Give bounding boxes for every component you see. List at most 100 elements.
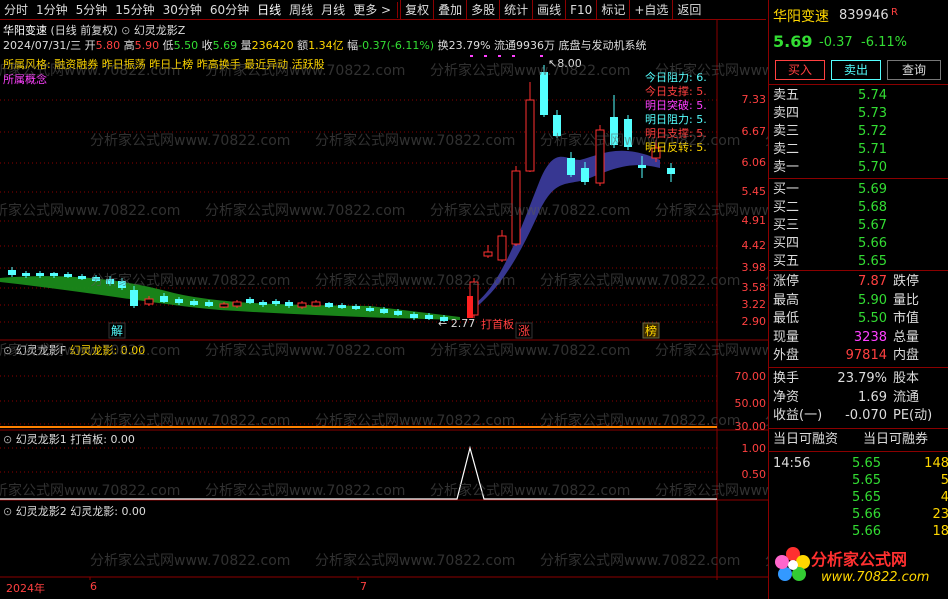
toolbar-item-6[interactable]: 日线 [253,0,285,20]
candle-body [581,168,589,182]
candle-body [394,311,402,315]
price-tick: 4.91 [741,214,767,227]
price-tick: 2.90 [741,315,767,328]
tick-volume: 23 [932,507,948,522]
row-value: 3238 [853,329,887,345]
sell-level[interactable]: 卖三 5.72 [769,123,948,141]
toolbar-separator [397,1,399,18]
row-value: 5.66 [858,236,887,251]
divider [769,178,948,179]
toolbar-item-12[interactable]: 多股 [466,0,499,20]
marker-zhang: 涨 [518,323,530,338]
sub3-name[interactable]: 幻灵龙影2 [16,505,67,518]
candle-body [118,281,126,288]
toolbar-item-15[interactable]: F10 [565,0,596,20]
toolbar-item-1[interactable]: 1分钟 [32,0,72,20]
buy-level[interactable]: 买四 5.66 [769,235,948,253]
tick-time: 14:56 [773,456,811,471]
marker-bang: 榜 [645,323,657,338]
toolbar-item-18[interactable]: 返回 [672,0,705,20]
toolbar-item-9[interactable]: 更多 > [349,0,395,20]
toolbar-item-0[interactable]: 分时 [0,0,32,20]
gear-icon[interactable]: ⊙ [3,433,12,446]
toolbar-item-3[interactable]: 15分钟 [111,0,158,20]
gear-icon[interactable]: ⊙ [3,344,12,357]
sub3-label: 幻灵龙影: [70,505,118,518]
toolbar-item-16[interactable]: 标记 [596,0,629,20]
row-label: 净资 [773,389,800,405]
tick-row: 5.65 5 [769,472,948,490]
candle-body [325,303,333,307]
stat-row[interactable]: 外盘 97814 内盘 [769,347,948,365]
sub2-header: ⊙ 幻灵龙影1 打首板: 0.00 [3,431,135,447]
sub3-value: 0.00 [121,505,146,518]
row-label: 卖三 [773,124,800,139]
sub2-value: 0.00 [110,433,135,446]
row-label: 买五 [773,254,800,269]
price-tick: 7.33 [741,93,767,106]
legend-item-0: 今日阻力: 6. [645,71,707,84]
stat-row[interactable]: 最低 5.50 市值 [769,310,948,328]
row-label-2: 市值 [893,311,920,326]
row-label: 买一 [773,182,800,197]
buy-level[interactable]: 买一 5.69 [769,181,948,199]
candle-body [272,301,280,304]
sub1-name[interactable]: 幻灵龙影F [16,344,66,357]
candle-body [22,273,30,276]
toolbar-item-8[interactable]: 月线 [317,0,349,20]
toolbar-item-4[interactable]: 30分钟 [159,0,206,20]
candle-body [338,305,346,308]
toolbar-item-14[interactable]: 画线 [532,0,565,20]
price-tick: 4.42 [741,239,767,252]
buy-level[interactable]: 买二 5.68 [769,199,948,217]
row-label: 买四 [773,236,800,251]
candle-body [380,309,388,313]
stat-row[interactable]: 最高 5.90 量比 [769,292,948,310]
stat-row[interactable]: 涨停 7.87 跌停 [769,273,948,291]
sell-button[interactable]: 卖出 [831,60,881,80]
signal-dot [470,55,473,57]
tick-row: 5.66 23 [769,506,948,524]
toolbar-item-17[interactable]: +自选 [629,0,672,20]
sell-level[interactable]: 卖五 5.74 [769,87,948,105]
toolbar-item-10[interactable]: 复权 [400,0,433,20]
candle-body [311,301,321,307]
tick-row: 5.65 4 [769,489,948,507]
sub2-label: 打首板: [70,433,107,446]
sub2-name[interactable]: 幻灵龙影1 [16,433,67,446]
buy-level[interactable]: 买三 5.67 [769,217,948,235]
buy-level[interactable]: 买五 5.65 [769,253,948,271]
candle-body [259,302,267,305]
row-value: 5.73 [858,106,887,121]
candle-body [410,314,418,318]
quote-panel: 华阳变速 839946 R 5.69 -0.37 -6.11% 买入 卖出 查询… [768,0,948,599]
panel-change: -0.37 [819,35,853,50]
buy-button[interactable]: 买入 [775,60,825,80]
toolbar-item-7[interactable]: 周线 [285,0,317,20]
row-label: 卖一 [773,160,800,175]
row-label-2: 流通 [893,389,920,405]
stat-row[interactable]: 现量 3238 总量 [769,329,948,347]
row-value: 1.69 [858,389,887,405]
sell-level[interactable]: 卖二 5.71 [769,141,948,159]
candle-body [667,168,675,174]
candle-body [624,119,632,147]
toolbar-item-5[interactable]: 60分钟 [206,0,253,20]
row-value: -0.070 [845,408,887,423]
toolbar-item-13[interactable]: 统计 [499,0,532,20]
tick-volume: 4 [940,490,948,505]
candle-body [567,158,575,175]
toolbar-item-2[interactable]: 5分钟 [72,0,112,20]
legend-item-2: 明日突破: 5. [645,99,707,112]
toolbar-item-11[interactable]: 叠加 [433,0,466,20]
query-button[interactable]: 查询 [887,60,941,80]
stat-row[interactable]: 换手 23.79% 股本 [769,370,948,388]
stat-row[interactable]: 收益(一) -0.070 PE(动) [769,407,948,425]
sell-level[interactable]: 卖四 5.73 [769,105,948,123]
candle-body [511,170,521,245]
row-value: 7.87 [858,274,887,289]
stat-row[interactable]: 净资 1.69 流通 [769,389,948,407]
sub1-axis: 70.00 50.00 30.00 [718,340,767,433]
sell-level[interactable]: 卖一 5.70 [769,159,948,177]
gear-icon[interactable]: ⊙ [3,505,12,518]
